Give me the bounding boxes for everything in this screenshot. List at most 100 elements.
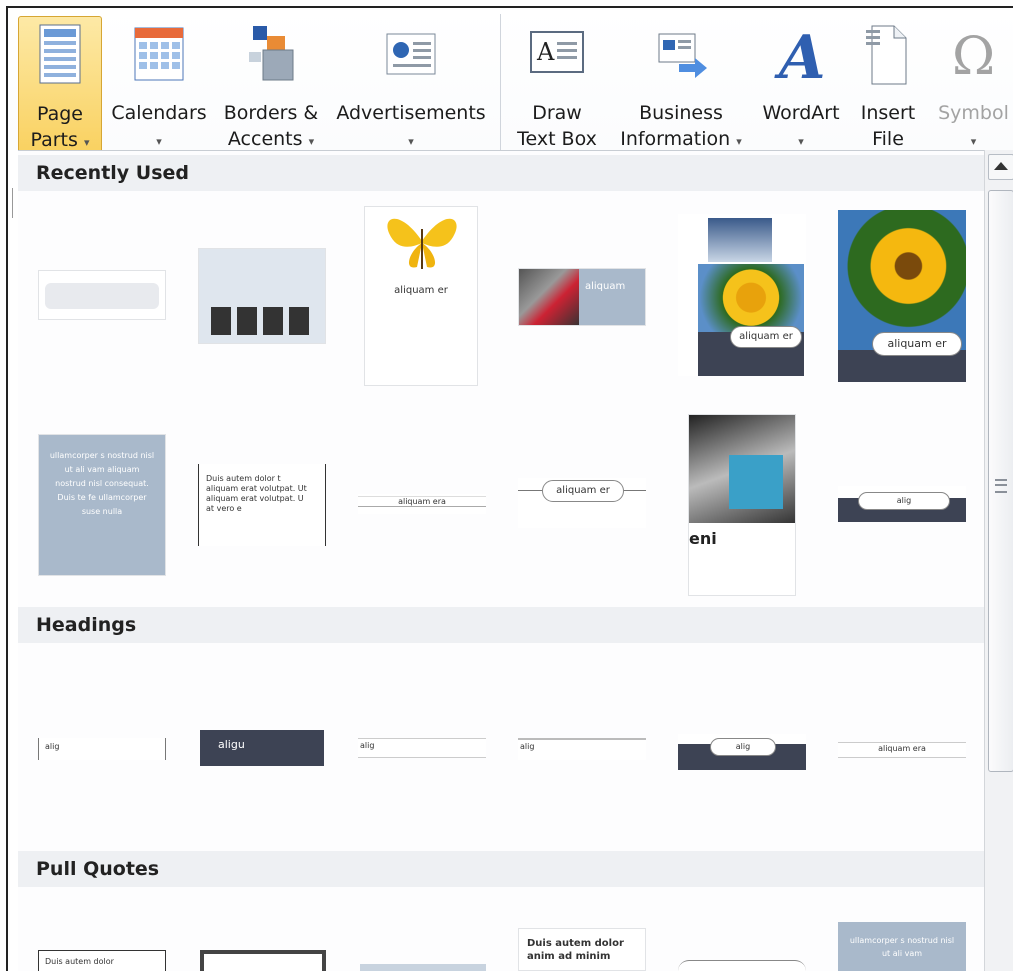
chevron-down-icon: ▾ — [308, 135, 315, 148]
chevron-down-icon: ▾ — [736, 135, 742, 148]
page-parts-label-2: Parts — [30, 129, 78, 151]
quote-text: Duis autem dolor anim ad minim — [527, 938, 624, 962]
gallery-item[interactable]: aligu — [200, 730, 324, 766]
document-edge-marker — [8, 188, 13, 218]
text-box-icon: A — [530, 31, 584, 73]
calendars-button[interactable]: Calendars ▾ — [108, 16, 210, 152]
chevron-down-icon: ▾ — [156, 135, 162, 148]
gallery-item[interactable]: alig — [358, 738, 486, 758]
gallery-item[interactable]: ullamcorper s nostrud nisl ut ali vam al… — [38, 434, 166, 576]
heading-text: alig — [45, 742, 60, 751]
gallery-item[interactable] — [678, 960, 806, 971]
gallery-item[interactable]: aliquam er — [518, 478, 646, 528]
gallery-item[interactable] — [198, 248, 326, 344]
calendar-icon — [134, 27, 184, 81]
sky-photo — [708, 218, 772, 262]
gallery-item[interactable]: alig — [518, 738, 646, 760]
gallery-item[interactable] — [38, 270, 166, 320]
preview-title: aliquam er — [394, 285, 448, 296]
ribbon-toolbar: Page Parts ▾ Calendars ▾ Borders & Accen… — [8, 8, 1013, 154]
chevron-down-icon: ▾ — [83, 136, 90, 149]
wordart-button[interactable]: A WordArt ▾ — [758, 16, 844, 152]
photo-collage — [519, 269, 579, 325]
heading-text: aliquam er — [542, 480, 624, 502]
image-strip-preview — [211, 307, 313, 335]
borders-accents-button[interactable]: Borders & Accents ▾ — [216, 16, 326, 152]
chevron-down-icon: ▾ — [798, 135, 804, 148]
preview-title: aliquam er — [872, 332, 962, 356]
gallery-item[interactable]: aliquam era — [358, 494, 486, 514]
insert-file-label-2: File — [872, 128, 904, 150]
omega-icon: Ω — [952, 27, 995, 87]
grip-icon — [995, 479, 1007, 493]
pull-quote-text: ullamcorper s nostrud nisl ut ali vam al… — [49, 451, 155, 516]
triangle-up-icon — [994, 162, 1008, 170]
heading-text: aliquam era — [358, 496, 486, 507]
business-information-button[interactable]: Business Information ▾ — [608, 16, 754, 152]
chevron-down-icon: ▾ — [970, 135, 977, 148]
advertisements-button[interactable]: Advertisements ▾ — [330, 16, 492, 152]
gallery-item[interactable]: aliquam er — [678, 214, 806, 376]
gallery-item[interactable]: ullamcorper s nostrud nisl ut ali vam — [838, 922, 966, 971]
heading-text: alig — [858, 492, 950, 510]
scroll-thumb[interactable] — [988, 190, 1013, 772]
preview-title: aliquam — [585, 281, 626, 292]
gallery-item[interactable]: alig — [38, 738, 166, 760]
chevron-down-icon: ▾ — [408, 135, 414, 148]
scroll-up-button[interactable] — [988, 154, 1013, 180]
heading-text: alig — [360, 741, 375, 750]
section-header-pull-quotes: Pull Quotes — [18, 851, 984, 887]
sunflower-photo — [838, 210, 966, 350]
page-parts-icon — [39, 24, 81, 84]
business-info-icon — [658, 33, 707, 78]
gallery-item[interactable]: Duis autem dolor anim ad minim — [518, 928, 646, 971]
gallery-item[interactable]: aliquam era — [838, 742, 966, 758]
gallery-item[interactable]: aliquam — [518, 268, 646, 326]
gallery-item[interactable]: aliquam er — [364, 206, 478, 386]
borders-accents-label: Borders & — [223, 102, 319, 124]
advertisement-icon — [386, 33, 436, 75]
sidebar-heading-preview — [45, 283, 159, 309]
borders-accents-icon — [249, 26, 294, 81]
leaf-icon — [729, 455, 783, 509]
building-blocks-window: Page Parts ▾ Calendars ▾ Borders & Accen… — [6, 6, 1013, 971]
heading-text: alig — [710, 738, 776, 756]
svg-text:A: A — [774, 23, 826, 88]
heading-text: aligu — [218, 738, 245, 751]
butterfly-image — [387, 218, 457, 269]
gallery-item[interactable] — [360, 964, 486, 971]
gallery-item[interactable]: eni — [688, 414, 796, 596]
section-header-headings: Headings — [18, 607, 984, 643]
symbol-label: Symbol — [938, 102, 1009, 124]
draw-text-box-button[interactable]: A Draw Text Box — [514, 16, 600, 152]
symbol-button[interactable]: Ω Symbol ▾ — [932, 16, 1013, 152]
draw-text-box-label-2: Text Box — [517, 128, 597, 150]
section-header-recently-used: Recently Used — [18, 155, 984, 191]
gallery-item[interactable]: Duis autem dolor t aliquam erat volutpat… — [198, 464, 326, 546]
wordart-icon: A — [774, 23, 826, 88]
quote-text: Duis autem dolor — [45, 957, 114, 966]
quote-text: Duis autem dolor t aliquam erat volutpat… — [206, 474, 307, 513]
gallery-scrollbar[interactable] — [984, 150, 1013, 971]
page-parts-label: Page — [37, 103, 83, 125]
ribbon-separator — [500, 14, 501, 150]
gallery-item[interactable]: alig — [678, 734, 806, 770]
advertisements-label: Advertisements — [336, 102, 486, 124]
page-parts-button[interactable]: Page Parts ▾ — [18, 16, 102, 154]
borders-accents-label-2: Accents — [227, 128, 303, 150]
gallery-item[interactable]: Duis autem dolor — [38, 950, 166, 971]
business-information-label-2: Information — [620, 128, 731, 150]
draw-text-box-label: Draw — [532, 102, 582, 124]
heading-text: alig — [520, 742, 535, 751]
gallery-item[interactable]: aliquam er — [838, 210, 966, 382]
preview-title: eni — [689, 529, 717, 548]
svg-text:A: A — [536, 38, 555, 66]
gallery-item[interactable]: alig — [838, 486, 966, 522]
preview-title: aliquam er — [730, 326, 802, 348]
gallery-item[interactable] — [200, 950, 326, 971]
insert-file-button[interactable]: Insert File — [852, 16, 924, 152]
heading-text: aliquam era — [878, 744, 926, 753]
business-information-label: Business — [639, 102, 723, 124]
calendars-label: Calendars — [111, 102, 207, 124]
pull-quote-text: ullamcorper s nostrud nisl ut ali vam — [849, 936, 955, 958]
